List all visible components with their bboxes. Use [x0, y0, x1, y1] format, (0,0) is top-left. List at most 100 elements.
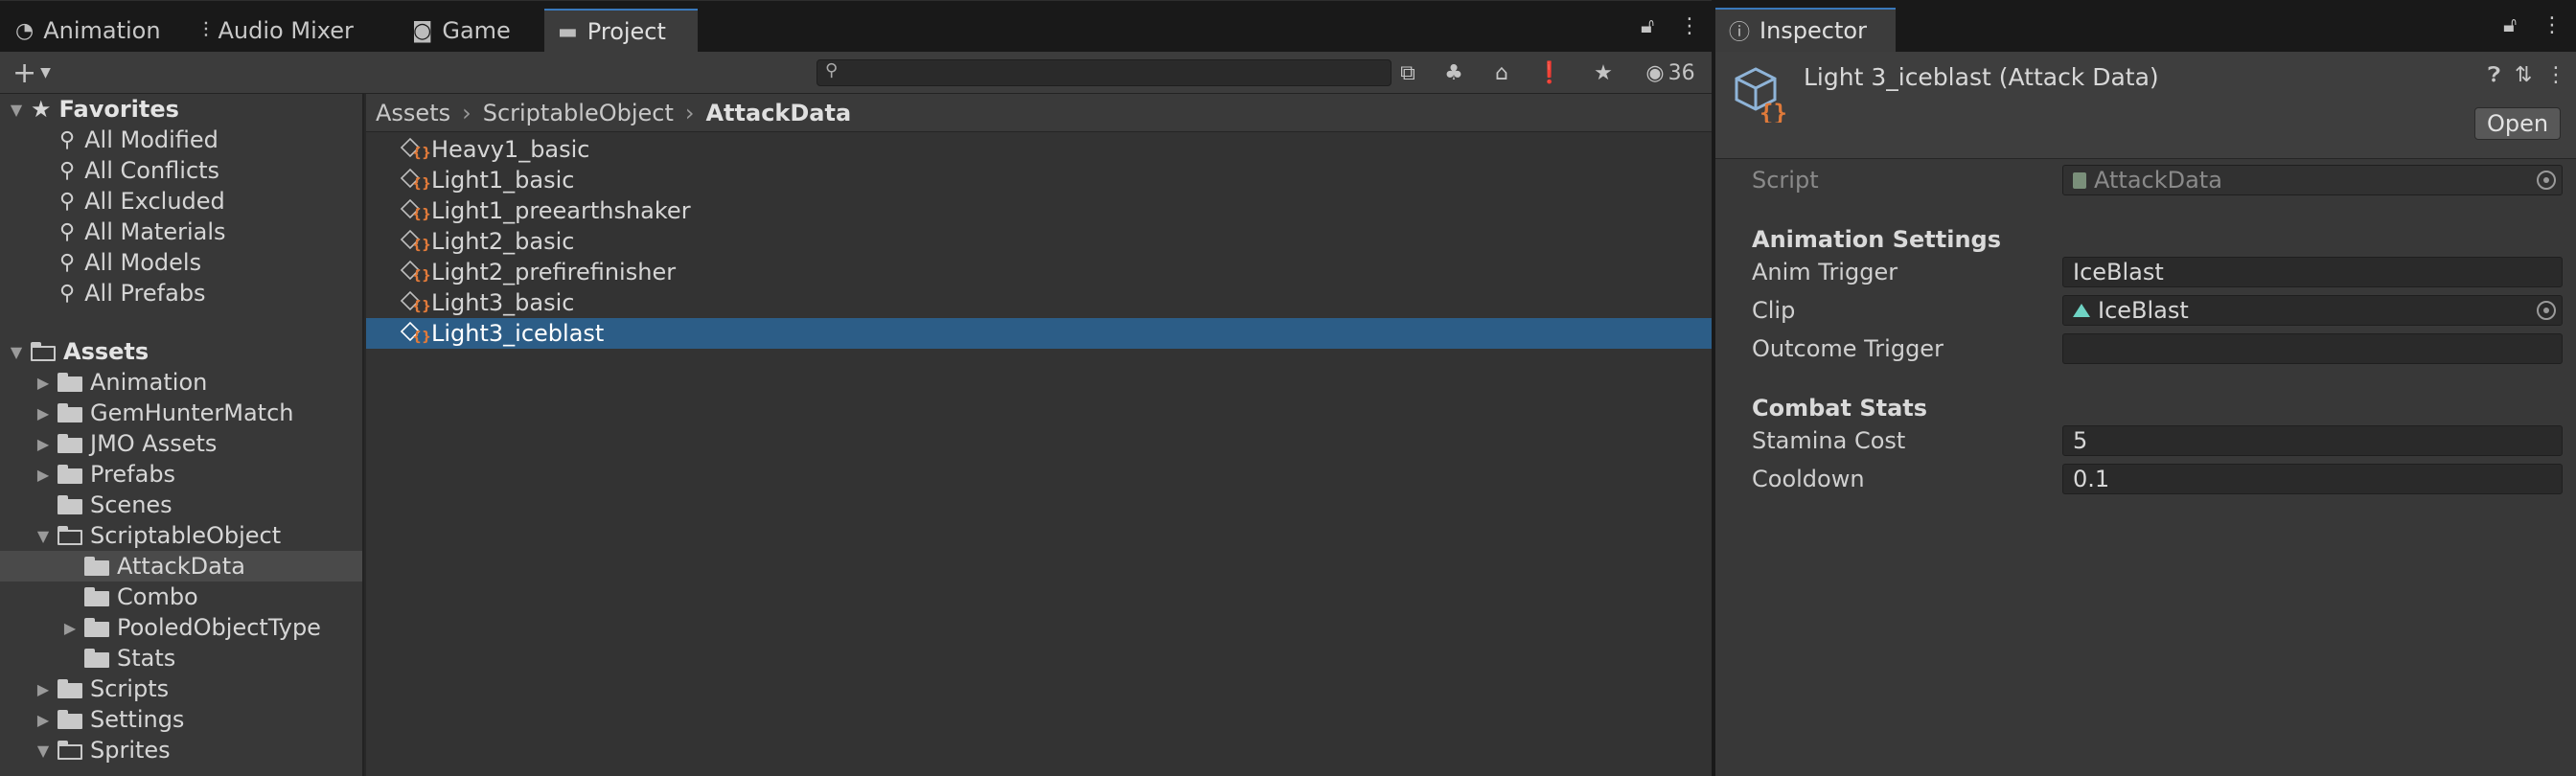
tree-item-label: Animation	[90, 369, 208, 396]
clip-field[interactable]: IceBlast	[2062, 295, 2563, 326]
outcome-trigger-label: Outcome Trigger	[1752, 335, 1944, 362]
tree-item-label: AttackData	[117, 553, 245, 580]
svg-text:{}: {}	[1760, 100, 1786, 123]
favorite-item[interactable]: ⚲ All Models	[59, 247, 201, 278]
search-icon: ⚲	[59, 219, 76, 244]
tree-item-prefabs[interactable]: ▶ Prefabs	[34, 459, 175, 490]
breadcrumb-item[interactable]: Assets	[376, 100, 450, 126]
tab-project-label: Project	[586, 18, 666, 45]
section-animation-settings: Animation Settings	[1752, 226, 2002, 253]
more-menu-icon[interactable]: ⋮	[2542, 13, 2563, 37]
tree-item-label: Sprites	[90, 737, 171, 764]
script-field[interactable]: AttackData	[2062, 165, 2563, 195]
tab-project[interactable]: ▬ Project	[544, 9, 698, 53]
outcome-trigger-field[interactable]	[2062, 333, 2563, 364]
tree-item-label: Combo	[117, 583, 198, 610]
folder-icon	[58, 403, 82, 422]
tree-item-gemhuntermatch[interactable]: ▶ GemHunterMatch	[34, 398, 294, 428]
folder-icon	[58, 710, 82, 729]
cooldown-label: Cooldown	[1752, 466, 1865, 492]
scriptable-object-icon: {}	[400, 229, 431, 254]
favorite-item-label: All Materials	[84, 218, 226, 245]
breadcrumb-current[interactable]: AttackData	[705, 100, 851, 126]
filter-by-type-button[interactable]: ♣	[1434, 57, 1474, 88]
collapse-arrow-icon: ▶	[36, 373, 50, 392]
favorite-item[interactable]: ⚲ All Materials	[59, 217, 226, 247]
expand-arrow-icon: ▼	[10, 342, 23, 361]
object-picker-icon[interactable]	[2537, 171, 2556, 190]
folder-icon	[58, 679, 82, 698]
more-menu-icon[interactable]: ⋮	[2545, 63, 2566, 87]
asset-list-item[interactable]: {} Light2_basic	[366, 226, 1712, 257]
lock-icon[interactable]: 🔓︎	[1641, 14, 1654, 38]
presets-icon[interactable]: ⇅	[2515, 63, 2532, 87]
asset-name: Light2_basic	[431, 228, 575, 255]
script-label: Script	[1752, 167, 1819, 194]
hidden-count: 36	[1668, 60, 1695, 85]
lock-icon[interactable]: 🔓︎	[2503, 13, 2517, 37]
tab-animation[interactable]: ◔ Animation	[15, 9, 161, 53]
filter-by-log-button[interactable]: ❗	[1530, 57, 1570, 88]
chevron-down-icon: ▼	[40, 65, 51, 80]
assets-root[interactable]: ▼ Assets	[8, 336, 149, 367]
tree-item-label: GemHunterMatch	[90, 399, 294, 426]
scriptable-object-icon: {}	[400, 321, 431, 346]
tree-item-scenes[interactable]: Scenes	[34, 490, 172, 520]
animation-clip-icon	[2073, 304, 2090, 317]
favorite-item[interactable]: ⚲ All Modified	[59, 125, 218, 155]
tree-item-combo[interactable]: Combo	[61, 582, 198, 612]
asset-list-item[interactable]: {} Heavy1_basic	[366, 134, 1712, 165]
scriptable-object-icon: {}	[400, 260, 431, 285]
asset-list-item[interactable]: {} Light1_basic	[366, 165, 1712, 195]
tree-item-stats[interactable]: Stats	[61, 643, 175, 673]
search-by-type-button[interactable]: ⧉	[1388, 57, 1428, 88]
asset-list-item[interactable]: {} Light2_prefirefinisher	[366, 257, 1712, 287]
tab-audio-mixer[interactable]: ⫶ Audio Mixer	[203, 9, 354, 53]
anim-trigger-field[interactable]: IceBlast	[2062, 257, 2563, 287]
tree-item-attackdata[interactable]: AttackData	[0, 551, 362, 582]
open-button[interactable]: Open	[2474, 107, 2561, 140]
favorites-button[interactable]: ★	[1583, 57, 1623, 88]
tree-item-settings[interactable]: ▶ Settings	[34, 704, 185, 735]
tree-item-label: Settings	[90, 706, 185, 733]
cooldown-field[interactable]: 0.1	[2062, 464, 2563, 494]
script-value: AttackData	[2094, 167, 2222, 194]
asset-list-item-selected[interactable]: {} Light3_iceblast	[366, 318, 1712, 349]
tree-item-sprites[interactable]: ▼ Sprites	[34, 735, 171, 765]
folder-icon	[84, 618, 109, 637]
folder-open-icon	[58, 741, 82, 760]
more-menu-icon[interactable]: ⋮	[1679, 14, 1700, 38]
tab-game[interactable]: ◙ Game	[412, 9, 511, 53]
tree-item-label: ScriptableObject	[90, 522, 282, 549]
tree-item-scriptableobject[interactable]: ▼ ScriptableObject	[34, 520, 281, 551]
inspector-window: ⓘ Inspector 🔓︎ ⋮ {} Light 3_iceblast (At…	[1715, 0, 2576, 776]
collapse-arrow-icon: ▶	[36, 403, 50, 422]
asset-name: Light1_preearthshaker	[431, 197, 691, 224]
section-combat-stats: Combat Stats	[1752, 395, 1928, 422]
stamina-cost-field[interactable]: 5	[2062, 425, 2563, 456]
search-input[interactable]: ⚲	[816, 59, 1392, 86]
folder-icon	[84, 587, 109, 606]
chevron-right-icon: ›	[684, 99, 695, 126]
star-icon: ★	[1594, 60, 1613, 85]
favorite-item[interactable]: ⚲ All Excluded	[59, 186, 225, 217]
help-icon[interactable]: ❓︎	[2488, 63, 2500, 87]
favorite-item[interactable]: ⚲ All Conflicts	[59, 155, 219, 186]
breadcrumb-item[interactable]: ScriptableObject	[483, 100, 674, 126]
hidden-packages-button[interactable]: ◉ 36	[1635, 57, 1706, 88]
tab-inspector[interactable]: ⓘ Inspector	[1715, 8, 1896, 52]
tree-item-animation[interactable]: ▶ Animation	[34, 367, 208, 398]
search-icon: ⚲	[825, 60, 839, 80]
asset-list-item[interactable]: {} Light1_preearthshaker	[366, 195, 1712, 226]
expand-arrow-icon: ▼	[36, 741, 50, 760]
tree-item-pooledobjecttype[interactable]: ▶ PooledObjectType	[61, 612, 321, 643]
favorites-header[interactable]: ▼ ★ Favorites	[8, 94, 179, 125]
tree-item-scripts[interactable]: ▶ Scripts	[34, 673, 169, 704]
object-picker-icon[interactable]	[2537, 301, 2556, 320]
clip-value: IceBlast	[2098, 297, 2189, 324]
favorite-item[interactable]: ⚲ All Prefabs	[59, 278, 206, 308]
asset-list-item[interactable]: {} Light3_basic	[366, 287, 1712, 318]
filter-by-label-button[interactable]: ⌂	[1482, 57, 1522, 88]
create-button[interactable]: + ▼	[6, 57, 58, 90]
tree-item-jmo-assets[interactable]: ▶ JMO Assets	[34, 428, 218, 459]
